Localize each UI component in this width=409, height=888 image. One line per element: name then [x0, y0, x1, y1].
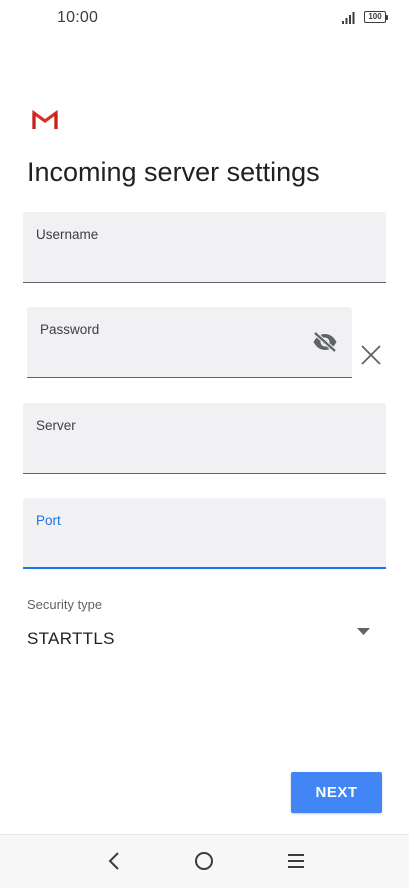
- security-type-value[interactable]: STARTTLS: [27, 629, 115, 649]
- username-field[interactable]: Username: [23, 212, 386, 283]
- back-icon[interactable]: [103, 850, 125, 872]
- gmail-logo-icon: [32, 110, 58, 129]
- password-label: Password: [40, 322, 100, 337]
- server-label: Server: [36, 418, 76, 433]
- menu-icon[interactable]: [285, 850, 307, 872]
- eye-off-icon[interactable]: [312, 331, 338, 353]
- status-time: 10:00: [57, 9, 99, 26]
- battery-icon: 100: [364, 11, 390, 25]
- security-type-label: Security type: [27, 597, 103, 612]
- battery-tip: [386, 14, 388, 20]
- dropdown-arrow-icon[interactable]: [357, 628, 370, 635]
- close-icon[interactable]: [360, 344, 382, 366]
- home-icon[interactable]: [193, 850, 215, 872]
- server-field[interactable]: Server: [23, 403, 386, 474]
- password-field[interactable]: Password: [27, 307, 352, 378]
- screen: 10:00 100 Incoming server settings Usern…: [0, 0, 409, 888]
- next-button[interactable]: NEXT: [291, 772, 382, 813]
- status-bar: 10:00 100: [0, 0, 409, 38]
- navigation-bar: [0, 834, 409, 888]
- battery-level: 100: [364, 11, 386, 23]
- page-title: Incoming server settings: [27, 157, 320, 187]
- signal-bars-icon: [342, 12, 355, 24]
- port-label: Port: [36, 513, 61, 528]
- port-field[interactable]: Port: [23, 498, 386, 569]
- username-label: Username: [36, 227, 99, 242]
